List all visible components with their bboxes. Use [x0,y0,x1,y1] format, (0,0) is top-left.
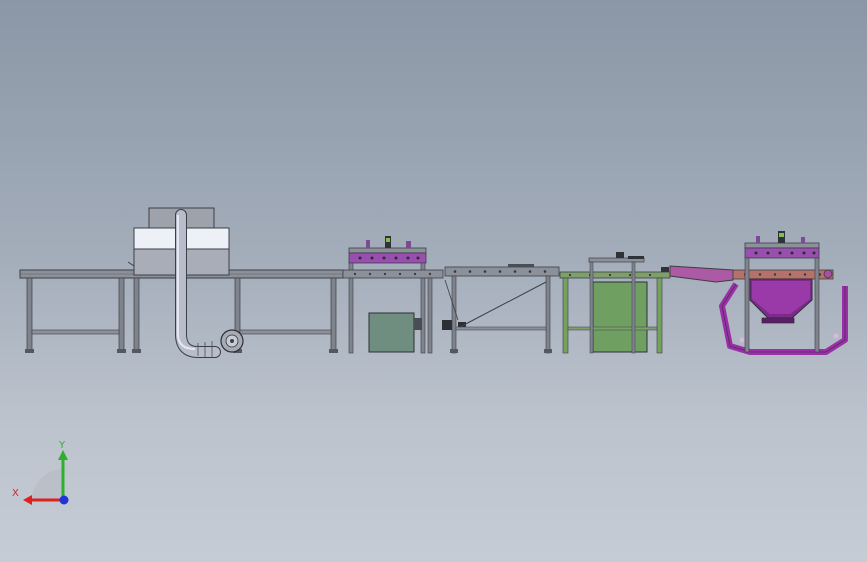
axis-triad: Y X [12,440,69,505]
x-axis-label: X [12,488,19,499]
blower[interactable] [220,329,244,353]
green-frame-station[interactable] [559,252,671,354]
control-box-1[interactable] [368,312,466,353]
y-axis-label: Y [58,440,66,451]
roller-conveyor[interactable] [444,264,560,354]
z-axis-dot-icon [59,495,69,505]
triad-plane-icon [32,469,63,500]
hopper-station[interactable] [719,231,848,355]
feed-chute[interactable] [669,265,734,283]
cad-viewport[interactable] [0,0,867,562]
